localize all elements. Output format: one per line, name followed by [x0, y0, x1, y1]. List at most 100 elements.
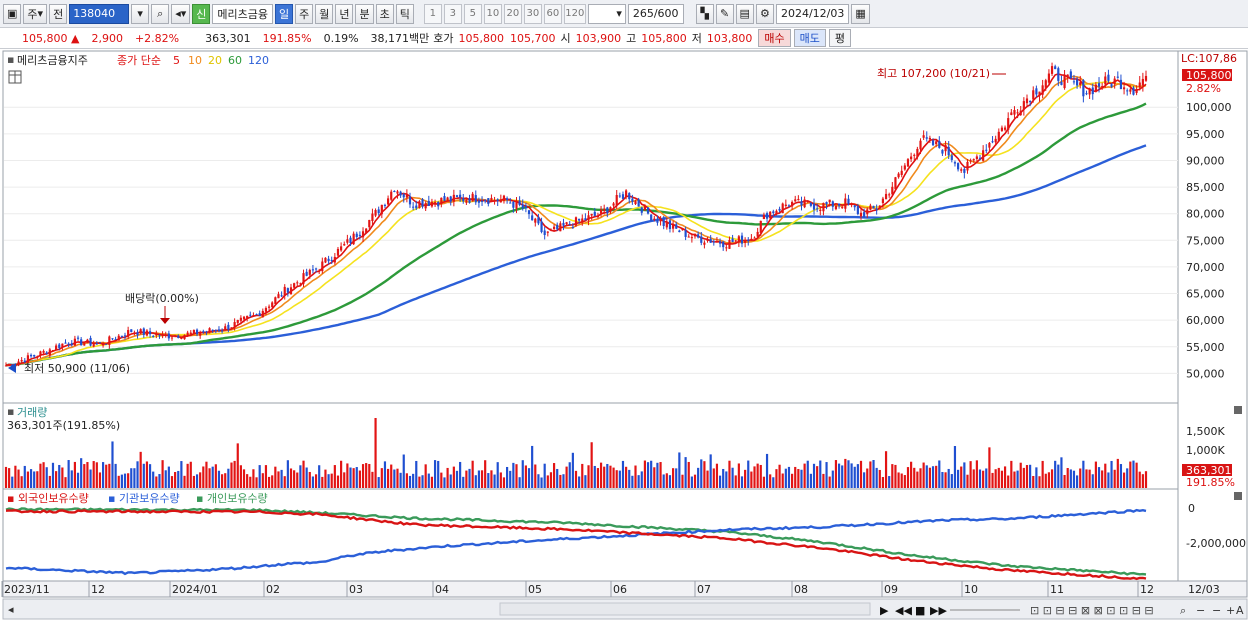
zoom-icon[interactable]: ⌕ [1180, 604, 1186, 617]
scroll-left-icon[interactable]: ◂ [8, 603, 14, 616]
period-day[interactable]: 일 [274, 3, 294, 24]
interval-3[interactable]: 3 [443, 3, 462, 24]
candle-body [659, 219, 662, 222]
candle-body [405, 194, 408, 198]
x-axis-label: 12 [91, 583, 105, 596]
volume-bar [941, 471, 944, 488]
candle-body [114, 338, 117, 340]
search-icon[interactable]: ⌕ [151, 3, 170, 24]
candle-body [58, 344, 61, 348]
stop-icon[interactable]: ■ [915, 604, 925, 617]
speaker-icon[interactable]: ◂▾ [171, 3, 191, 24]
code-dropdown-icon[interactable]: ▾ [131, 3, 150, 24]
interval-1[interactable]: 1 [423, 3, 442, 24]
interval-10[interactable]: 10 [483, 3, 502, 24]
volume-bar [552, 463, 556, 488]
candle-body [875, 208, 878, 211]
candle-body [180, 337, 183, 339]
interval-60[interactable]: 60 [543, 3, 562, 24]
candle-body [465, 200, 468, 203]
candle-body [1003, 127, 1007, 130]
zoom-in-icon[interactable]: + [1226, 604, 1235, 617]
candle-body [98, 342, 102, 344]
candle-body [975, 156, 978, 159]
volume-bar [668, 475, 672, 488]
zoom-reset-icon[interactable]: − [1212, 604, 1221, 617]
rewind-icon[interactable]: ◀◀ [895, 604, 912, 617]
volume-bar [791, 473, 794, 488]
sell-button[interactable]: 매도 [793, 29, 826, 47]
credit-badge[interactable]: 신 [192, 3, 211, 24]
candle-body [1141, 78, 1144, 86]
play-icon[interactable]: ▶ [880, 604, 889, 617]
forward-icon[interactable]: ▶▶ [930, 604, 947, 617]
volume-bar [556, 468, 559, 488]
interval-20[interactable]: 20 [503, 3, 522, 24]
interval-120[interactable]: 120 [563, 3, 586, 24]
candle-body [480, 200, 484, 202]
volume-bar [599, 462, 603, 488]
font-icon[interactable]: A [1236, 604, 1244, 617]
individual-legend: ▪ 개인보유수량 [196, 492, 268, 505]
tool-icons[interactable]: ⊡ ⊡ ⊟ ⊟ ⊠ ⊠ ⊡ ⊡ ⊟ ⊟ [1030, 604, 1154, 617]
candle-body [953, 162, 957, 164]
candle-body [208, 328, 211, 332]
period-tick[interactable]: 틱 [395, 3, 414, 24]
volume-bar [20, 476, 23, 488]
draw-tool-icon[interactable]: ✎ [715, 3, 734, 24]
stock-name[interactable]: 메리츠금융 [212, 3, 273, 24]
candle-body [177, 335, 180, 338]
volume-bar [217, 470, 221, 488]
x-axis-label: 09 [884, 583, 898, 596]
chart-area[interactable]: 100,000 95,000 90,000 85,000 80,000 75,000 70,… [0, 50, 1248, 621]
period-minute[interactable]: 분 [355, 3, 374, 24]
volume-bar [997, 467, 1000, 488]
candle-body [346, 239, 349, 243]
candle-body [869, 205, 872, 210]
volume-bar [787, 466, 791, 488]
interval-5[interactable]: 5 [463, 3, 482, 24]
prev-button[interactable]: 전 [49, 3, 68, 24]
candle-body [809, 203, 812, 206]
holding-close-icon[interactable] [1234, 492, 1242, 500]
y-axis-label: 75,000 [1186, 234, 1225, 247]
candle-body [86, 339, 89, 344]
volume-bar [1138, 471, 1141, 488]
volume-bar [894, 464, 897, 488]
period-year[interactable]: 년 [335, 3, 354, 24]
candle-body [430, 201, 434, 207]
calendar-icon[interactable]: ▦ [851, 3, 870, 24]
period-week[interactable]: 주 [295, 3, 314, 24]
candle-body [888, 194, 891, 196]
gear-icon[interactable]: ⚙ [755, 3, 774, 24]
code-input[interactable]: 138040 [69, 3, 130, 24]
period-month[interactable]: 월 [315, 3, 334, 24]
candle-body [740, 235, 744, 244]
volume-bar [847, 460, 850, 488]
save-icon[interactable]: ▤ [735, 3, 754, 24]
price-panel-title: 메리츠금융지주 [17, 54, 88, 67]
zoom-out-icon[interactable]: − [1196, 604, 1205, 617]
volume-bar [352, 468, 355, 488]
candle-body [333, 256, 336, 263]
eval-button[interactable]: 평 [828, 29, 852, 47]
code-value: 138040 [73, 7, 116, 20]
buy-button[interactable]: 매수 [758, 29, 791, 47]
chart-type-icon[interactable]: ▚ [695, 3, 714, 24]
market-select[interactable]: 주 ▾ [23, 3, 48, 24]
count-input[interactable]: 265/600 [627, 3, 684, 24]
volume-bar [740, 476, 744, 488]
volume-bar [559, 474, 562, 488]
date-input[interactable]: 2024/12/03 [775, 3, 850, 24]
volume-bar [718, 475, 722, 488]
volume-bar [440, 472, 443, 488]
candle-body [828, 199, 831, 203]
interval-30[interactable]: 30 [523, 3, 542, 24]
layout-icon[interactable]: ▣ [3, 3, 22, 24]
candle-body [271, 302, 274, 308]
candle-body [787, 205, 791, 207]
period-second[interactable]: 초 [375, 3, 394, 24]
volume-close-icon[interactable] [1234, 406, 1242, 414]
scrollbar-thumb[interactable] [499, 602, 871, 616]
interval-dropdown[interactable]: ▾ [587, 3, 626, 24]
